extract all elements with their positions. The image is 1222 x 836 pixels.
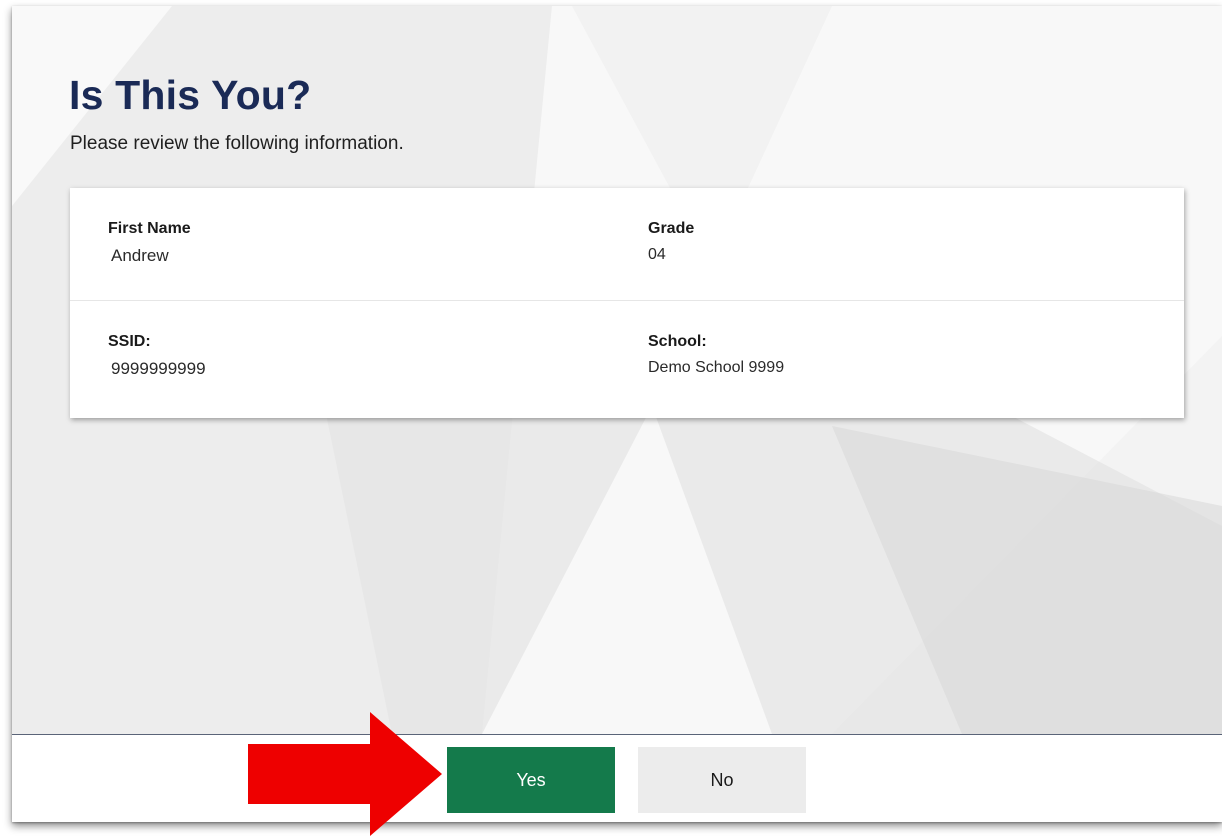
first-name-label: First Name [108, 220, 191, 237]
ssid-value: 9999999999 [111, 359, 206, 378]
school-field: School: Demo School 9999 [648, 333, 784, 377]
ssid-field: SSID: 9999999999 [108, 333, 206, 379]
page-subtitle: Please review the following information. [70, 133, 404, 154]
info-row: First Name Andrew Grade 04 [70, 188, 1184, 301]
main-content: Is This You? Please review the following… [12, 6, 1222, 734]
student-info-card: First Name Andrew Grade 04 SSID: 9999999… [70, 188, 1184, 418]
grade-value: 04 [648, 246, 666, 263]
info-row: SSID: 9999999999 School: Demo School 999… [70, 301, 1184, 413]
yes-button[interactable]: Yes [447, 747, 615, 813]
action-footer: Yes No [12, 734, 1222, 822]
first-name-value: Andrew [111, 246, 169, 265]
first-name-field: First Name Andrew [108, 220, 191, 266]
red-right-arrow-icon [248, 712, 442, 836]
grade-label: Grade [648, 220, 695, 237]
grade-field: Grade 04 [648, 220, 694, 264]
no-button[interactable]: No [638, 747, 806, 813]
page-title: Is This You? [69, 72, 312, 118]
school-value: Demo School 9999 [648, 359, 785, 376]
school-label: School: [648, 333, 707, 350]
ssid-label: SSID: [108, 333, 151, 350]
app-window: Is This You? Please review the following… [12, 6, 1222, 822]
